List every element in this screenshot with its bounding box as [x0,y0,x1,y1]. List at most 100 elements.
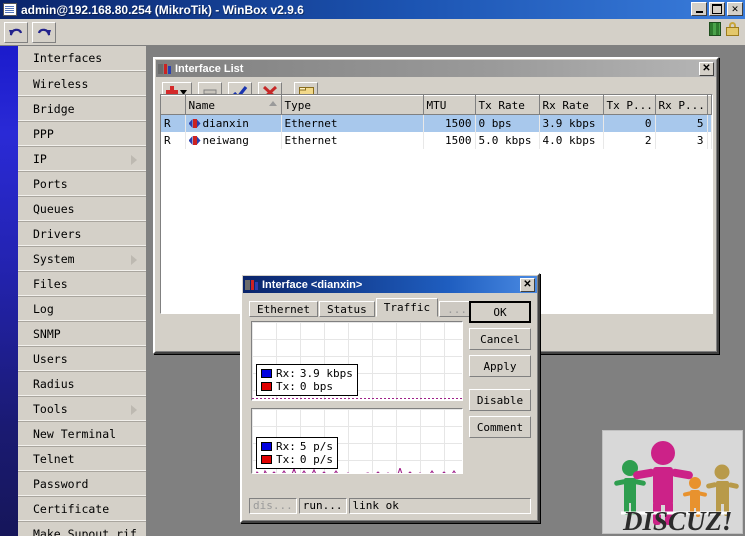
apply-button[interactable]: Apply [469,355,531,377]
table-row[interactable]: Rneiwang Ethernet 1500 5.0 kbps 4.0 kbps 2 3 [161,132,712,149]
dialog-window-icon [245,279,258,291]
sidebar: teROS WinBox Interfaces Wireless Bridge PPP… [0,46,146,536]
sidebar-banner: teROS WinBox [0,46,36,536]
row-rx-rate: 3.9 kbps [539,114,604,132]
sidebar-item-label: Interfaces [33,51,103,65]
sidebar-item-password[interactable]: Password [18,471,146,496]
table-header-label: Name [188,98,216,112]
disable-button[interactable]: Disable [469,389,531,411]
redo-button[interactable] [32,21,56,43]
row-name: dianxin [202,117,249,130]
comment-button[interactable]: Comment [469,416,531,438]
sidebar-item-drivers[interactable]: Drivers [18,221,146,246]
sidebar-item-label: PPP [33,127,54,141]
table-header-row[interactable]: Name Type MTU Tx Rate Rx Rate Tx P... Rx P... [161,95,712,115]
table-header-filler [707,95,712,115]
sidebar-item-certificate[interactable]: Certificate [18,496,146,521]
sidebar-item-label: Files [33,277,68,291]
tray-area [709,22,739,36]
ethernet-interface-icon [188,136,201,145]
dialog-titlebar[interactable]: Interface <dianxin> ✕ [243,276,537,293]
tab-traffic[interactable]: Traffic [375,298,439,317]
cancel-button[interactable]: Cancel [469,328,531,350]
table-header-cell[interactable]: Tx Rate [475,95,540,115]
status-cell: run... [298,498,347,514]
interface-detail-dialog: Interface <dianxin> ✕ Ethernet Status Traf… [240,273,540,523]
row-filler [707,114,712,132]
sidebar-item-ppp[interactable]: PPP [18,121,146,146]
sidebar-item-label: SNMP [33,327,61,341]
dialog-title: Interface <dianxin> [262,278,363,291]
tab-status[interactable]: Status [318,301,375,317]
dialog-close-button[interactable]: ✕ [520,277,535,292]
sidebar-item-label: Drivers [33,227,82,241]
sidebar-item-tools[interactable]: Tools [18,396,146,421]
packet-rate-legend: Rx: 5 p/s Tx: 0 p/s [256,437,338,469]
sidebar-item-ports[interactable]: Ports [18,171,146,196]
sidebar-item-telnet[interactable]: Telnet [18,446,146,471]
ethernet-interface-icon [188,119,201,128]
status-cell: dis... [249,498,297,514]
sidebar-item-label: Make Supout.rif [33,527,137,536]
rx-value: 3.9 kbps [299,367,353,380]
sort-ascending-icon [268,101,277,106]
sidebar-item-system[interactable]: System [18,246,146,271]
app-titlebar: admin@192.168.80.254 (MikroTik) - WinBox… [0,0,745,19]
sidebar-item-new-terminal[interactable]: New Terminal [18,421,146,446]
table-header-label: MTU [426,98,447,112]
sidebar-item-label: Users [33,352,68,366]
table-header-cell[interactable]: Type [281,95,424,115]
maximize-button[interactable] [709,2,725,16]
dialog-status-bar: dis... run... link ok [249,498,531,514]
sidebar-item-log[interactable]: Log [18,296,146,321]
undo-button[interactable] [4,21,28,43]
sidebar-item-interfaces[interactable]: Interfaces [18,46,146,71]
table-body: Rdianxin Ethernet 1500 0 bps 3.9 kbps 0 5 Rneiw… [161,114,712,149]
close-button[interactable]: ✕ [727,2,743,16]
ok-button[interactable]: OK [469,301,531,323]
sidebar-item-make-supout-rif[interactable]: Make Supout.rif [18,521,146,536]
sidebar-item-snmp[interactable]: SNMP [18,321,146,346]
tx-color-swatch [261,382,272,391]
bit-rate-legend: Rx: 3.9 kbps Tx: 0 bps [256,364,358,396]
sidebar-item-label: IP [33,152,47,166]
table-header-cell[interactable]: Tx P... [603,95,656,115]
table-header-cell[interactable]: MTU [423,95,476,115]
row-flag: R [161,132,186,149]
interface-list-titlebar[interactable]: Interface List ✕ [156,60,716,77]
sidebar-item-users[interactable]: Users [18,346,146,371]
sidebar-item-files[interactable]: Files [18,271,146,296]
table-header-cell[interactable]: Rx Rate [539,95,604,115]
redo-arrow-icon [37,28,51,36]
tx-label: Tx: [276,453,296,466]
table-header-cell[interactable]: Name [185,95,282,115]
table-row[interactable]: Rdianxin Ethernet 1500 0 bps 3.9 kbps 0 5 [161,114,712,132]
sidebar-item-wireless[interactable]: Wireless [18,71,146,96]
legend-row-rx: Rx: 3.9 kbps [261,367,353,380]
green-book-icon[interactable] [709,22,721,36]
tx-value: 0 bps [299,380,333,393]
sidebar-item-radius[interactable]: Radius [18,371,146,396]
app-icon [3,3,17,16]
sidebar-item-label: Bridge [33,102,75,116]
bit-rate-graph: Rx: 3.9 kbps Tx: 0 bps [251,321,463,401]
table-header-cell[interactable]: Rx P... [655,95,708,115]
tx-value: 0 p/s [299,453,333,466]
table-header-label: Tx Rate [478,98,525,112]
dialog-tabs: Ethernet Status Traffic... [249,298,476,317]
sidebar-item-label: Log [33,302,54,316]
rx-color-swatch [261,442,272,451]
sidebar-item-queues[interactable]: Queues [18,196,146,221]
minimize-button[interactable] [691,2,707,16]
interface-list-close-button[interactable]: ✕ [699,61,714,76]
row-name-cell: dianxin [185,114,282,132]
interface-window-icon [158,63,171,75]
discuz-logo-text: DISCUZ! [622,506,733,533]
row-rx-rate: 4.0 kbps [539,132,604,149]
sidebar-item-ip[interactable]: IP [18,146,146,171]
table-header-cell[interactable] [161,95,186,115]
row-tx-rate: 5.0 kbps [475,132,540,149]
padlock-icon[interactable] [726,22,739,36]
tab-ethernet[interactable]: Ethernet [249,301,318,317]
sidebar-item-bridge[interactable]: Bridge [18,96,146,121]
